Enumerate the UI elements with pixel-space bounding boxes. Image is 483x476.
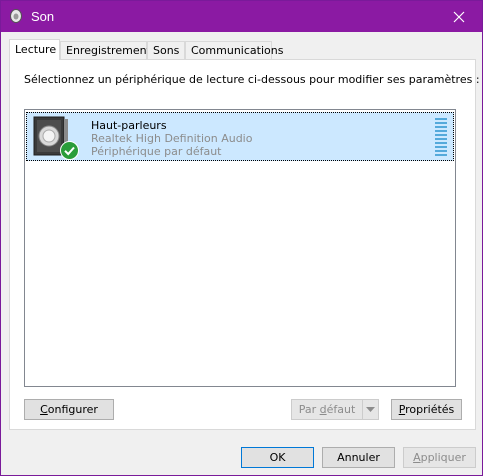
tab-communications[interactable]: Communications bbox=[185, 41, 283, 59]
tab-playback[interactable]: Lecture bbox=[9, 39, 60, 60]
ok-button[interactable]: OK bbox=[241, 447, 314, 468]
speaker-app-icon bbox=[10, 9, 22, 23]
device-driver: Realtek High Definition Audio bbox=[91, 132, 253, 145]
chevron-down-icon bbox=[366, 407, 375, 412]
device-state: Périphérique par défaut bbox=[91, 145, 222, 158]
window-title: Son bbox=[31, 9, 55, 24]
apply-button[interactable]: Appliquer bbox=[403, 447, 476, 468]
set-default-button[interactable]: Par défaut bbox=[291, 399, 363, 420]
instruction-text: Sélectionnez un périphérique de lecture … bbox=[24, 73, 480, 86]
title-bar[interactable]: Son bbox=[1, 1, 482, 32]
device-list[interactable]: Haut-parleurs Realtek High Definition Au… bbox=[24, 109, 456, 387]
tab-recording[interactable]: Enregistrement bbox=[60, 41, 151, 59]
properties-button[interactable]: Propriétés bbox=[391, 399, 462, 420]
close-icon bbox=[453, 11, 465, 22]
playback-panel: Sélectionnez un périphérique de lecture … bbox=[9, 59, 480, 430]
close-button[interactable] bbox=[436, 1, 482, 32]
sound-dialog: Son Lecture Enregistrement Sons Communic… bbox=[0, 0, 483, 476]
default-check-icon bbox=[60, 141, 79, 160]
cancel-button[interactable]: Annuler bbox=[322, 447, 395, 468]
set-default-dropdown[interactable] bbox=[362, 399, 379, 420]
tab-sounds[interactable]: Sons bbox=[147, 41, 185, 59]
level-meter bbox=[435, 118, 447, 156]
configure-button[interactable]: Configurer bbox=[24, 399, 114, 420]
device-name: Haut-parleurs bbox=[91, 119, 167, 132]
list-item-device[interactable]: Haut-parleurs Realtek High Definition Au… bbox=[26, 112, 454, 161]
